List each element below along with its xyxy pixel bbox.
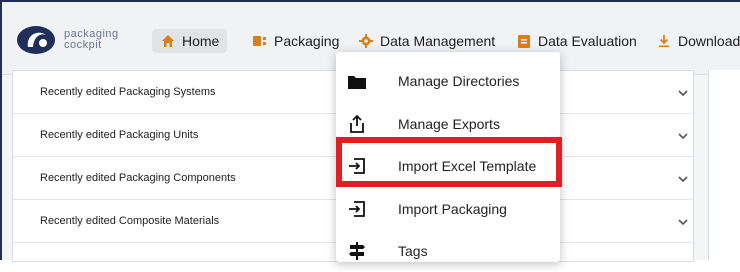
packaging-icon bbox=[252, 33, 268, 49]
chevron-down-icon[interactable] bbox=[677, 173, 689, 185]
chevron-down-icon[interactable] bbox=[677, 130, 689, 142]
nav-data-evaluation-label: Data Evaluation bbox=[538, 33, 637, 49]
gear-icon bbox=[358, 33, 374, 49]
menu-item-label: Import Excel Template bbox=[398, 158, 537, 174]
nav-data-evaluation[interactable]: Data Evaluation bbox=[516, 29, 637, 53]
menu-item-tags[interactable]: Tags bbox=[336, 230, 560, 272]
menu-item-import-packaging[interactable]: Import Packaging bbox=[336, 188, 560, 230]
logo-text-line2: cockpit bbox=[64, 39, 102, 51]
panel-label: Recently edited Packaging Components bbox=[40, 172, 236, 184]
nav-home[interactable]: Home bbox=[152, 29, 228, 53]
logo-mark-icon bbox=[17, 26, 55, 54]
menu-item-import-excel-template[interactable]: Import Excel Template bbox=[336, 145, 560, 187]
menu-item-manage-exports[interactable]: Manage Exports bbox=[336, 103, 560, 145]
panel-label: Recently edited Composite Materials bbox=[40, 215, 220, 227]
nav-packaging-label: Packaging bbox=[274, 33, 340, 49]
nav-data-management-label: Data Management bbox=[380, 33, 496, 49]
home-icon bbox=[160, 33, 176, 49]
import-icon bbox=[348, 157, 366, 175]
panel-label: Recently edited Packaging Systems bbox=[40, 86, 216, 98]
import-icon bbox=[348, 200, 366, 218]
chevron-down-icon[interactable] bbox=[677, 216, 689, 228]
menu-item-label: Manage Directories bbox=[398, 73, 520, 89]
download-icon bbox=[656, 33, 672, 49]
menu-item-label: Import Packaging bbox=[398, 201, 507, 217]
folder-icon bbox=[348, 72, 366, 90]
panel-label: Recently edited Packaging Units bbox=[40, 129, 199, 141]
logo-text: packaging cockpit bbox=[64, 29, 144, 51]
data-management-dropdown: Manage Directories Manage Exports Import… bbox=[336, 52, 560, 262]
chevron-down-icon[interactable] bbox=[677, 87, 689, 99]
menu-item-label: Manage Exports bbox=[398, 116, 500, 132]
nav-home-label: Home bbox=[182, 33, 220, 49]
menu-item-label: Tags bbox=[398, 243, 428, 259]
right-side-panel bbox=[708, 70, 740, 260]
export-icon bbox=[348, 115, 366, 133]
menu-item-manage-directories[interactable]: Manage Directories bbox=[336, 60, 560, 102]
spreadsheet-icon bbox=[516, 33, 532, 49]
app-logo[interactable]: packaging cockpit bbox=[16, 25, 144, 55]
signpost-icon bbox=[348, 242, 366, 260]
nav-downloads[interactable]: Downloads bbox=[656, 29, 740, 53]
nav-packaging[interactable]: Packaging bbox=[252, 29, 339, 53]
nav-downloads-label: Downloads bbox=[678, 33, 740, 49]
nav-data-management[interactable]: Data Management bbox=[358, 29, 495, 53]
